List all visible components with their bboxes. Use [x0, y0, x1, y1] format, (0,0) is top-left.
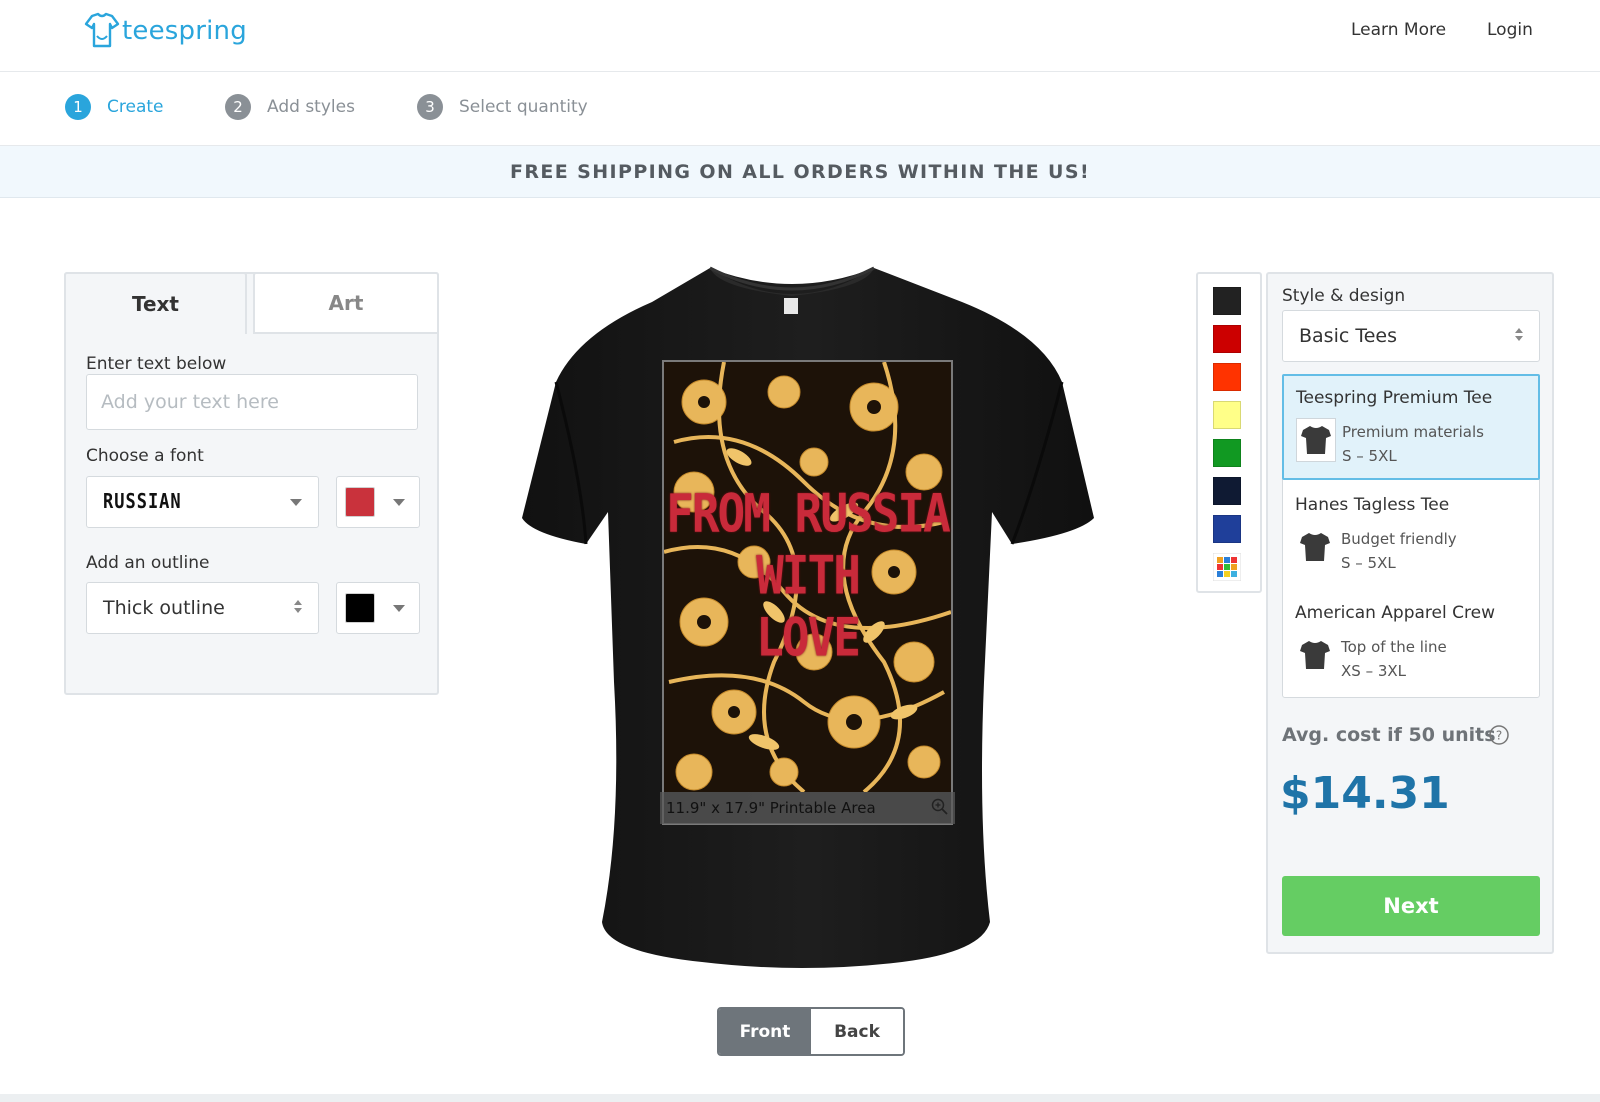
chevron-down-icon	[290, 499, 302, 506]
design-line-3: LOVE	[756, 605, 861, 669]
step-create[interactable]: 1 Create	[65, 94, 164, 120]
step-number: 2	[225, 94, 251, 120]
step-add-styles[interactable]: 2 Add styles	[225, 94, 355, 120]
product-description: Budget friendly S – 5XL	[1341, 527, 1457, 575]
up-down-arrows-icon	[294, 600, 302, 613]
tab-text[interactable]: Text	[64, 272, 247, 334]
shipping-banner: FREE SHIPPING ON ALL ORDERS WITHIN THE U…	[0, 146, 1600, 198]
style-category-value: Basic Tees	[1299, 325, 1397, 347]
zoom-in-icon[interactable]	[931, 798, 949, 816]
front-view-button[interactable]: Front	[719, 1009, 811, 1054]
step-number: 3	[417, 94, 443, 120]
outline-color-picker[interactable]	[336, 582, 420, 634]
color-swatch-red[interactable]	[1213, 325, 1241, 353]
product-description: Top of the line XS – 3XL	[1341, 635, 1447, 683]
product-sizes: S – 5XL	[1341, 554, 1396, 572]
enter-text-label: Enter text below	[86, 354, 227, 374]
brand-logo[interactable]: teespring	[84, 12, 247, 50]
font-color-swatch	[345, 487, 375, 517]
tshirt-icon	[1295, 525, 1335, 569]
product-american-apparel-crew[interactable]: American Apparel Crew Top of the line XS…	[1283, 591, 1539, 697]
progress-steps: 1 Create 2 Add styles 3 Select quantity	[0, 72, 1600, 146]
brand-name: teespring	[122, 16, 247, 46]
font-select[interactable]: RUSSIAN	[86, 476, 319, 528]
color-swatch-royal-blue[interactable]	[1213, 515, 1241, 543]
printable-area-bar: 11.9" x 17.9" Printable Area	[660, 792, 955, 824]
tshirt-icon	[1295, 633, 1335, 677]
next-button[interactable]: Next	[1282, 876, 1540, 936]
choose-font-label: Choose a font	[86, 446, 204, 466]
design-editor-panel: Text Art Enter text below Choose a font …	[64, 272, 439, 695]
product-teespring-premium-tee[interactable]: Teespring Premium Tee Premium materials …	[1282, 374, 1540, 480]
more-colors-icon[interactable]	[1213, 553, 1241, 581]
tshirt-icon	[1296, 418, 1336, 462]
product-desc-text: Budget friendly	[1341, 530, 1457, 548]
learn-more-link[interactable]: Learn More	[1351, 20, 1446, 40]
outline-select[interactable]: Thick outline	[86, 582, 319, 634]
step-label: Create	[107, 97, 164, 117]
color-swatch-navy[interactable]	[1213, 477, 1241, 505]
product-name: American Apparel Crew	[1295, 603, 1495, 623]
product-name: Teespring Premium Tee	[1296, 388, 1493, 408]
outline-label: Add an outline	[86, 553, 210, 573]
avg-cost-label: Avg. cost if 50 units	[1282, 724, 1496, 746]
chevron-down-icon	[393, 605, 405, 612]
chevron-down-icon	[393, 499, 405, 506]
step-select-quantity[interactable]: 3 Select quantity	[417, 94, 588, 120]
design-text-input[interactable]	[86, 374, 418, 430]
outline-color-swatch	[345, 593, 375, 623]
top-header: teespring Learn More Login	[0, 0, 1600, 72]
color-swatch-green[interactable]	[1213, 439, 1241, 467]
product-name: Hanes Tagless Tee	[1295, 495, 1450, 515]
style-category-select[interactable]: Basic Tees	[1282, 310, 1540, 362]
product-sizes: S – 5XL	[1342, 447, 1397, 465]
color-swatch-orange[interactable]	[1213, 363, 1241, 391]
view-toggle: Front Back	[717, 1007, 905, 1056]
back-view-button[interactable]: Back	[811, 1009, 903, 1054]
font-color-picker[interactable]	[336, 476, 420, 528]
product-desc-text: Premium materials	[1342, 423, 1484, 441]
step-label: Add styles	[267, 97, 355, 117]
style-design-label: Style & design	[1282, 286, 1406, 306]
design-line-2: WITH	[756, 543, 861, 607]
design-line-1: FROM RUSSIA	[666, 481, 951, 545]
shirt-logo-icon	[84, 12, 120, 48]
color-swatch-black[interactable]	[1213, 287, 1241, 315]
footer-strip	[0, 1094, 1600, 1102]
question-mark-icon[interactable]: ?	[1488, 724, 1510, 746]
product-hanes-tagless-tee[interactable]: Hanes Tagless Tee Budget friendly S – 5X…	[1283, 483, 1539, 589]
svg-text:?: ?	[1496, 729, 1502, 743]
outline-value: Thick outline	[103, 597, 225, 619]
tab-art[interactable]: Art	[253, 272, 439, 334]
font-preview: RUSSIAN	[103, 490, 182, 514]
color-swatch-yellow[interactable]	[1213, 401, 1241, 429]
product-description: Premium materials S – 5XL	[1342, 420, 1484, 468]
product-sizes: XS – 3XL	[1341, 662, 1407, 680]
login-link[interactable]: Login	[1487, 20, 1533, 40]
up-down-arrows-icon	[1515, 328, 1523, 341]
step-label: Select quantity	[459, 97, 588, 117]
product-desc-text: Top of the line	[1341, 638, 1447, 656]
design-text-overlay[interactable]: FROM RUSSIA WITH LOVE	[662, 482, 953, 668]
step-number: 1	[65, 94, 91, 120]
printable-area-label: 11.9" x 17.9" Printable Area	[666, 799, 876, 817]
shipping-banner-text: FREE SHIPPING ON ALL ORDERS WITHIN THE U…	[509, 160, 1091, 183]
shirt-color-picker	[1196, 272, 1262, 593]
style-panel: Style & design Basic Tees Teespring Prem…	[1266, 272, 1554, 954]
product-list: Teespring Premium Tee Premium materials …	[1282, 374, 1540, 698]
price-value: $14.31	[1280, 768, 1450, 819]
